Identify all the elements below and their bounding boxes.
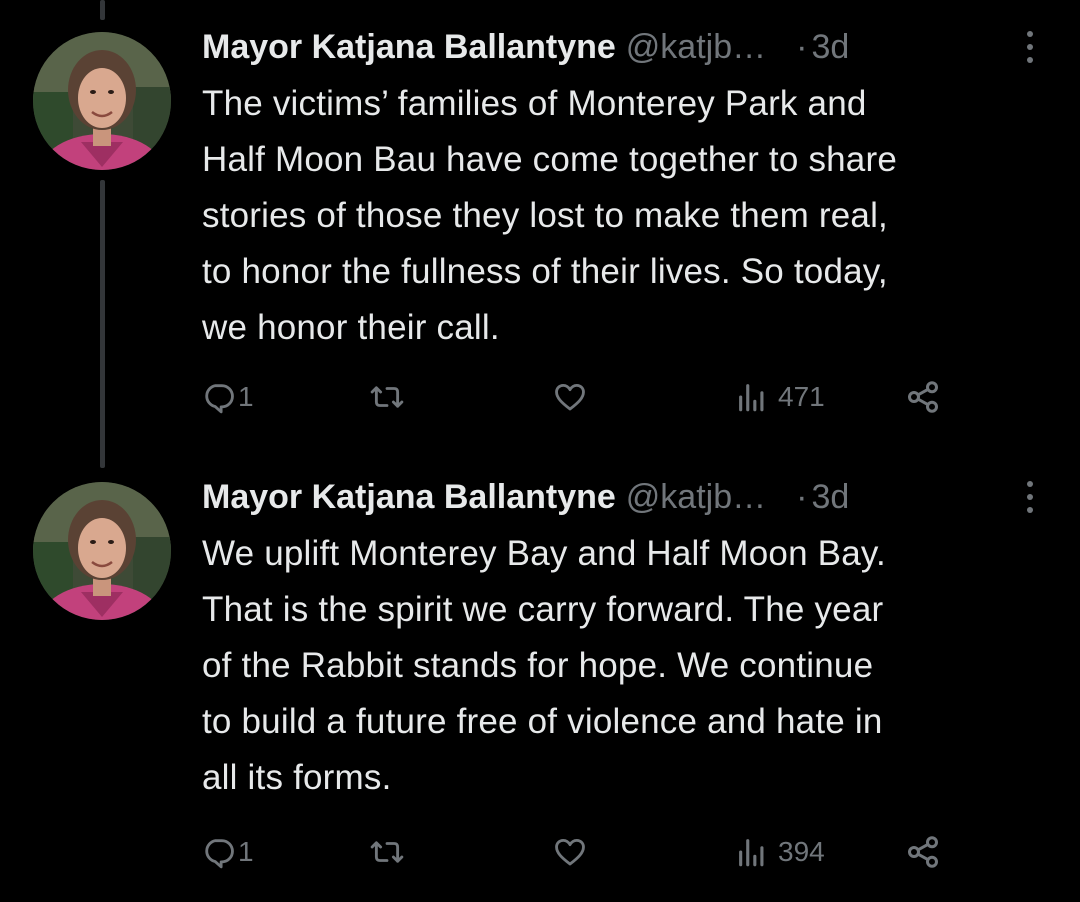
tweet-text-line: we honor their call. xyxy=(202,308,500,347)
reply-button[interactable]: 1 xyxy=(202,375,254,419)
tweet-header: Mayor Katjana Ballantyne @katjb… · 3d xyxy=(202,23,1052,71)
tweet-text-line: all its forms. xyxy=(202,758,392,797)
share-icon xyxy=(908,381,938,413)
more-icon[interactable] xyxy=(1020,479,1040,515)
tweet-text-line: to honor the fullness of their lives. So… xyxy=(202,252,888,291)
action-bar: 1 394 xyxy=(202,830,962,874)
tweet-text-line: The victims’ families of Monterey Park a… xyxy=(202,84,867,123)
views-count: 471 xyxy=(778,381,825,412)
display-name[interactable]: Mayor Katjana Ballantyne xyxy=(202,28,616,66)
display-name[interactable]: Mayor Katjana Ballantyne xyxy=(202,478,616,516)
share-icon xyxy=(908,836,938,868)
avatar[interactable] xyxy=(33,32,171,170)
like-icon xyxy=(555,383,585,411)
tweet-text-line: to build a future free of violence and h… xyxy=(202,702,883,741)
reply-icon xyxy=(205,384,234,414)
tweet-text-line: We uplift Monterey Bay and Half Moon Bay… xyxy=(202,534,886,573)
share-button[interactable] xyxy=(905,375,941,419)
tweet-text: The victims’ families of Monterey Park a… xyxy=(202,76,1052,356)
views-icon xyxy=(739,839,764,867)
timestamp[interactable]: 3d xyxy=(811,478,849,516)
reply-icon xyxy=(205,839,234,869)
tweet-text: We uplift Monterey Bay and Half Moon Bay… xyxy=(202,526,1052,806)
share-button[interactable] xyxy=(905,830,941,874)
timestamp[interactable]: 3d xyxy=(811,28,849,66)
separator-dot: · xyxy=(796,28,808,66)
reply-count: 1 xyxy=(238,381,254,412)
like-button[interactable] xyxy=(552,830,590,874)
handle[interactable]: @katjb… xyxy=(626,478,766,516)
action-bar: 1 471 xyxy=(202,375,962,419)
separator-dot: · xyxy=(796,478,808,516)
retweet-button[interactable] xyxy=(369,375,407,419)
tweet-header: Mayor Katjana Ballantyne @katjb… · 3d xyxy=(202,473,1052,521)
tweet-text-line: Half Moon Bau have come together to shar… xyxy=(202,140,897,179)
like-icon xyxy=(555,838,585,866)
like-button[interactable] xyxy=(552,375,590,419)
retweet-icon xyxy=(370,841,404,863)
avatar[interactable] xyxy=(33,482,171,620)
retweet-button[interactable] xyxy=(369,830,407,874)
tweet[interactable]: Mayor Katjana Ballantyne @katjb… · 3d The v… xyxy=(0,0,1080,450)
tweet-text-line: That is the spirit we carry forward. The… xyxy=(202,590,884,629)
views-count: 394 xyxy=(778,836,825,867)
views-icon xyxy=(739,384,764,412)
tweet-text-line: of the Rabbit stands for hope. We contin… xyxy=(202,646,874,685)
retweet-icon xyxy=(370,386,404,408)
views-button[interactable]: 471 xyxy=(734,375,825,419)
tweet[interactable]: Mayor Katjana Ballantyne @katjb… · 3d We up… xyxy=(0,450,1080,902)
more-icon[interactable] xyxy=(1020,29,1040,65)
reply-count: 1 xyxy=(238,836,254,867)
reply-button[interactable]: 1 xyxy=(202,830,254,874)
tweet-text-line: stories of those they lost to make them … xyxy=(202,196,888,235)
views-button[interactable]: 394 xyxy=(734,830,825,874)
handle[interactable]: @katjb… xyxy=(626,28,766,66)
